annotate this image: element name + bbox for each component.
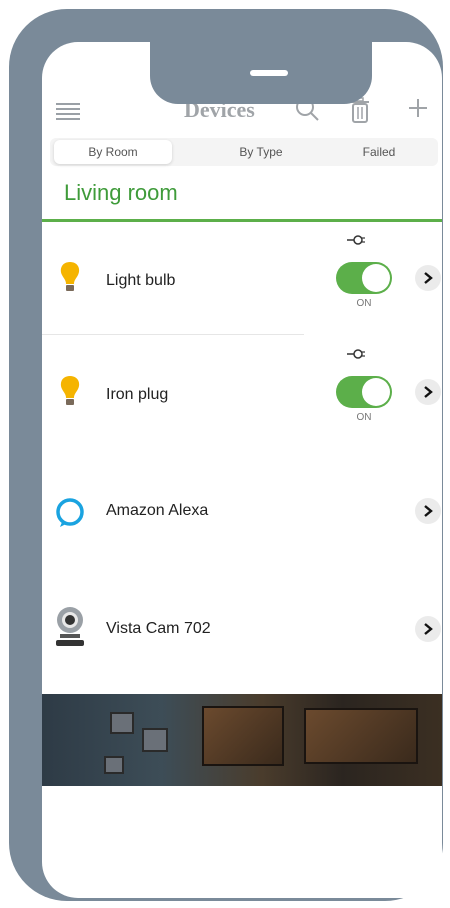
add-icon[interactable] xyxy=(406,96,434,124)
device-name: Light bulb xyxy=(106,272,176,289)
chevron-right-icon[interactable] xyxy=(415,265,441,291)
device-row-vista-cam[interactable]: Vista Cam 702 xyxy=(42,592,442,672)
lightbulb-icon xyxy=(56,260,84,296)
device-row-amazon-alexa[interactable]: Amazon Alexa xyxy=(42,474,442,554)
app-screen: Devices By Room By Type Failed Living ro… xyxy=(42,42,442,898)
speaker-bar xyxy=(250,70,288,76)
device-name: Amazon Alexa xyxy=(106,502,209,519)
alexa-ring-icon xyxy=(54,496,84,532)
phone-notch xyxy=(150,42,372,104)
device-row-light-bulb[interactable]: Light bulb ON xyxy=(42,230,442,310)
plug-icon xyxy=(347,233,365,245)
chevron-right-icon[interactable] xyxy=(415,616,441,642)
wall-frame xyxy=(142,728,168,752)
lightbulb-icon xyxy=(56,374,84,410)
view-tabs: By Room By Type Failed xyxy=(50,138,438,166)
tab-by-room[interactable]: By Room xyxy=(54,140,172,164)
section-title: Living room xyxy=(64,180,178,205)
device-row-iron-plug[interactable]: Iron plug ON xyxy=(42,344,442,424)
chevron-right-icon[interactable] xyxy=(415,498,441,524)
camera-icon xyxy=(54,604,86,648)
wall-artwork xyxy=(202,706,284,766)
power-toggle[interactable] xyxy=(336,376,392,408)
device-name: Vista Cam 702 xyxy=(106,620,211,637)
plug-icon xyxy=(347,347,365,359)
toggle-knob xyxy=(362,264,390,292)
tab-by-type[interactable]: By Type xyxy=(202,138,320,166)
chevron-right-icon[interactable] xyxy=(415,379,441,405)
phone-frame: Devices By Room By Type Failed Living ro… xyxy=(9,9,443,901)
tab-failed[interactable]: Failed xyxy=(320,138,438,166)
toggle-state-label: ON xyxy=(356,412,372,423)
section-divider xyxy=(42,219,442,222)
toggle-knob xyxy=(362,378,390,406)
menu-icon[interactable] xyxy=(56,100,80,120)
power-toggle[interactable] xyxy=(336,262,392,294)
wall-frame xyxy=(104,756,124,774)
toggle-state-label: ON xyxy=(356,298,372,309)
device-name: Iron plug xyxy=(106,386,169,403)
wall-frame xyxy=(110,712,134,734)
wall-artwork xyxy=(304,708,418,764)
row-divider xyxy=(42,334,304,335)
room-photo xyxy=(42,694,442,786)
